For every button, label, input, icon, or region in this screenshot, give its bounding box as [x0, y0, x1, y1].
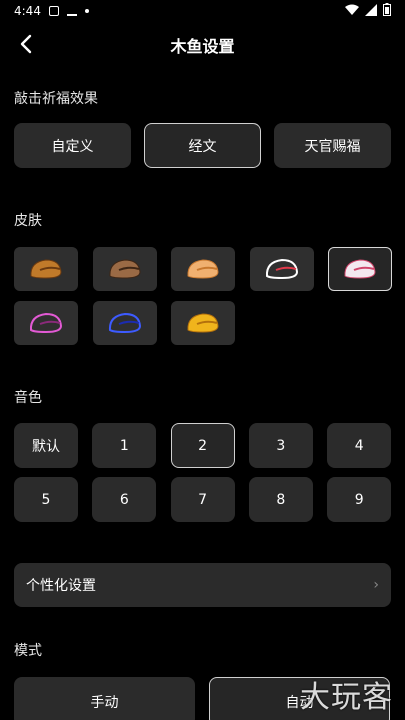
- effect-option-button[interactable]: 经文: [144, 123, 261, 168]
- wooden-fish-brown-icon: [30, 259, 62, 279]
- wooden-fish-outline-white-icon: [265, 258, 298, 280]
- sound-option-button[interactable]: 7: [170, 477, 235, 522]
- sound-option-button[interactable]: 8: [248, 477, 313, 522]
- skin-option[interactable]: [171, 247, 235, 291]
- effect-option-button[interactable]: 自定义: [14, 123, 131, 168]
- skin-section-title: 皮肤: [14, 213, 42, 229]
- status-time: 4:44: [14, 4, 41, 18]
- sound-option-button[interactable]: 1: [92, 423, 157, 468]
- download-notification-icon: [66, 6, 77, 16]
- page-title: 木鱼设置: [170, 37, 235, 56]
- wooden-fish-blue-outline-icon: [108, 312, 141, 334]
- wifi-icon: [345, 4, 359, 19]
- chevron-right-icon: ›: [373, 577, 379, 593]
- back-button[interactable]: [12, 30, 40, 58]
- personalize-settings-label: 个性化设置: [26, 578, 96, 594]
- sound-option-button[interactable]: 2: [170, 423, 235, 468]
- wooden-fish-pink-outline-icon: [29, 312, 63, 334]
- skin-option[interactable]: [92, 301, 157, 345]
- battery-icon: [383, 3, 391, 19]
- effect-section-title: 敲击祈福效果: [14, 91, 98, 107]
- header: 木鱼设置: [0, 26, 405, 64]
- watermark-logo: 大玩客: [300, 680, 393, 715]
- skin-option[interactable]: [328, 247, 392, 291]
- sound-option-button[interactable]: 默认: [14, 423, 78, 468]
- mode-option-button[interactable]: 手动: [14, 677, 195, 720]
- wooden-fish-cat-icon: [344, 259, 376, 279]
- wooden-fish-light-icon: [187, 259, 219, 279]
- sound-option-button[interactable]: 5: [14, 477, 78, 522]
- wooden-fish-dark-icon: [108, 259, 141, 279]
- wooden-fish-gold-icon: [187, 313, 219, 333]
- dot-notification-icon: [84, 9, 89, 13]
- sound-option-button[interactable]: 3: [248, 423, 313, 468]
- sound-option-button[interactable]: 9: [327, 477, 392, 522]
- signal-icon: [365, 3, 377, 19]
- effect-option-button[interactable]: 天官赐福: [274, 123, 391, 168]
- skin-option[interactable]: [249, 247, 314, 291]
- chevron-left-icon: [20, 34, 32, 54]
- skin-option[interactable]: [14, 247, 78, 291]
- skin-option[interactable]: [92, 247, 157, 291]
- skin-option[interactable]: [171, 301, 235, 345]
- personalize-settings-row[interactable]: 个性化设置 ›: [14, 563, 391, 607]
- gallery-notification-icon: [48, 6, 59, 16]
- sound-option-button[interactable]: 6: [92, 477, 157, 522]
- sound-option-button[interactable]: 4: [327, 423, 392, 468]
- status-bar: 4:44: [0, 0, 405, 22]
- skin-option[interactable]: [14, 301, 78, 345]
- sound-section-title: 音色: [14, 390, 42, 406]
- mode-section-title: 模式: [14, 643, 42, 659]
